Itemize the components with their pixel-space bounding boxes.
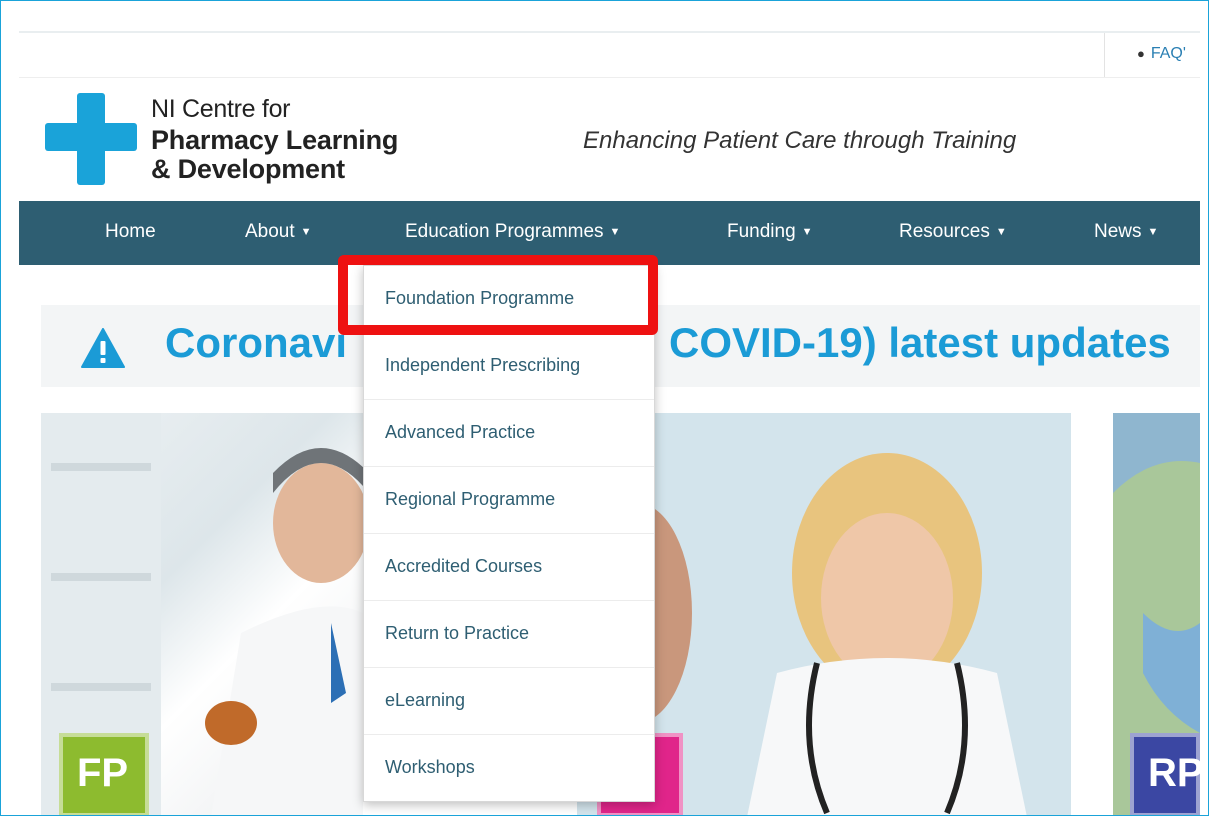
alert-text-right: COVID-19) latest updates [669,319,1171,366]
logo-cross-icon[interactable] [45,93,137,185]
nav-label: Education Programmes [405,221,604,242]
nav-label: Funding [727,221,796,242]
menu-item-workshops[interactable]: Workshops [364,735,654,802]
rp-badge[interactable]: RP [1130,733,1204,815]
nav-item-about[interactable]: About ▼ [245,221,312,243]
logo-text-line2: Pharmacy Learning [151,125,399,155]
nav-label: Home [105,221,156,242]
menu-item-advanced-practice[interactable]: Advanced Practice [364,400,654,467]
faq-label: FAQ' [1150,45,1186,62]
caret-down-icon: ▼ [300,226,312,238]
menu-item-return-to-practice[interactable]: Return to Practice [364,601,654,668]
caret-down-icon: ▼ [801,226,813,238]
nav-label: Resources [899,221,990,242]
warning-icon [81,328,125,368]
caret-down-icon: ▼ [995,226,1007,238]
education-programmes-dropdown: Foundation Programme Independent Prescri… [363,265,655,802]
site-tagline: Enhancing Patient Care through Training [583,127,1017,154]
nav-item-resources[interactable]: Resources ▼ [899,221,1007,243]
menu-item-regional-programme[interactable]: Regional Programme [364,467,654,534]
nav-label: News [1094,221,1142,242]
menu-item-independent-prescribing[interactable]: Independent Prescribing [364,333,654,400]
menu-item-accredited-courses[interactable]: Accredited Courses [364,534,654,601]
caret-down-icon: ▼ [1147,226,1159,238]
nav-item-funding[interactable]: Funding ▼ [727,221,813,243]
alert-text-left: Coronavi [165,319,348,366]
highlight-box [338,255,658,335]
logo-text-line3: & Development [151,154,345,184]
nav-item-education-programmes[interactable]: Education Programmes ▼ [405,221,620,243]
caret-down-icon: ▼ [609,226,621,238]
logo-text-line1: NI Centre for [151,95,291,123]
utility-separator [1104,33,1105,77]
nav-item-news[interactable]: News ▼ [1094,221,1158,243]
browser-frame: ● FAQ' NI Centre for Pharmacy Learning & … [0,0,1209,816]
utility-bar: ● FAQ' [19,33,1200,78]
nav-label: About [245,221,295,242]
nav-item-home[interactable]: Home [105,221,156,243]
menu-item-elearning[interactable]: eLearning [364,668,654,735]
fp-badge[interactable]: FP [59,733,149,815]
chat-bubble-icon: ● [1137,46,1145,61]
faq-link[interactable]: ● FAQ' [1137,45,1186,63]
